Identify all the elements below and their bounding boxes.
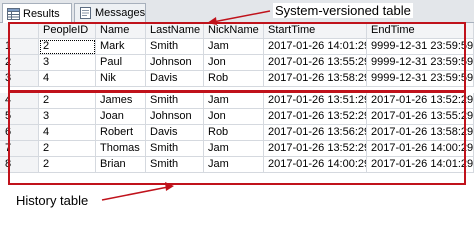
cell-name[interactable]: Brian — [96, 157, 146, 173]
cell-lastname[interactable]: Smith — [146, 93, 204, 109]
table-row[interactable]: 7 2 Thomas Smith Jam 2017-01-26 13:52:29… — [0, 141, 474, 157]
cell-endtime[interactable]: 2017-01-26 14:01:29 — [367, 157, 474, 173]
cell-peopleid[interactable]: 2 — [39, 141, 96, 157]
cell-nickname[interactable]: Jam — [204, 141, 264, 157]
corner-cell[interactable] — [0, 23, 39, 39]
row-number[interactable]: 2 — [0, 55, 39, 71]
table-row[interactable]: 4 2 James Smith Jam 2017-01-26 13:51:29 … — [0, 93, 474, 109]
column-header-nickname[interactable]: NickName — [204, 23, 264, 39]
cell-starttime[interactable]: 2017-01-26 13:52:29 — [264, 141, 367, 157]
row-number[interactable]: 1 — [0, 39, 39, 55]
cell-name[interactable]: Thomas — [96, 141, 146, 157]
cell-peopleid[interactable]: 4 — [39, 71, 96, 87]
row-gap — [0, 87, 474, 93]
cell-name[interactable]: Paul — [96, 55, 146, 71]
cell-starttime[interactable]: 2017-01-26 13:56:29 — [264, 125, 367, 141]
tab-results[interactable]: Results — [2, 3, 72, 23]
cell-endtime[interactable]: 2017-01-26 13:52:29 — [367, 93, 474, 109]
messages-icon — [79, 7, 92, 19]
cell-starttime[interactable]: 2017-01-26 13:58:29 — [264, 71, 367, 87]
table-row[interactable]: 1 2 Mark Smith Jam 2017-01-26 14:01:29 9… — [0, 39, 474, 55]
cell-starttime[interactable]: 2017-01-26 14:00:29 — [264, 157, 367, 173]
cell-endtime[interactable]: 2017-01-26 14:00:29 — [367, 141, 474, 157]
cell-nickname[interactable]: Jam — [204, 39, 264, 55]
cell-starttime[interactable]: 2017-01-26 13:51:29 — [264, 93, 367, 109]
cell-endtime[interactable]: 9999-12-31 23:59:59 — [367, 39, 474, 55]
tab-messages-label: Messages — [95, 7, 146, 19]
cell-peopleid[interactable]: 3 — [39, 55, 96, 71]
row-number[interactable]: 5 — [0, 109, 39, 125]
cell-starttime[interactable]: 2017-01-26 13:52:29 — [264, 109, 367, 125]
cell-starttime[interactable]: 2017-01-26 14:01:29 — [264, 39, 367, 55]
table-row[interactable]: 3 4 Nik Davis Rob 2017-01-26 13:58:29 99… — [0, 71, 474, 87]
table-row[interactable]: 2 3 Paul Johnson Jon 2017-01-26 13:55:29… — [0, 55, 474, 71]
cell-endtime[interactable]: 9999-12-31 23:59:59 — [367, 71, 474, 87]
column-header-endtime[interactable]: EndTime — [367, 23, 474, 39]
cell-name[interactable]: Robert — [96, 125, 146, 141]
cell-name[interactable]: Joan — [96, 109, 146, 125]
grid-header-row: PeopleID Name LastName NickName StartTim… — [0, 23, 474, 39]
cell-peopleid[interactable]: 2 — [39, 93, 96, 109]
cell-name[interactable]: Mark — [96, 39, 146, 55]
column-header-lastname[interactable]: LastName — [146, 23, 204, 39]
cell-starttime[interactable]: 2017-01-26 13:55:29 — [264, 55, 367, 71]
cell-lastname[interactable]: Davis — [146, 125, 204, 141]
column-header-peopleid[interactable]: PeopleID — [39, 23, 96, 39]
cell-nickname[interactable]: Jam — [204, 93, 264, 109]
tab-messages[interactable]: Messages — [74, 3, 146, 22]
cell-endtime[interactable]: 9999-12-31 23:59:59 — [367, 55, 474, 71]
annotation-system-versioned: System-versioned table — [273, 3, 413, 18]
row-number[interactable]: 4 — [0, 93, 39, 109]
row-number[interactable]: 3 — [0, 71, 39, 87]
cell-nickname[interactable]: Jam — [204, 157, 264, 173]
row-number[interactable]: 6 — [0, 125, 39, 141]
cell-peopleid[interactable]: 2 — [39, 157, 96, 173]
table-row[interactable]: 8 2 Brian Smith Jam 2017-01-26 14:00:29 … — [0, 157, 474, 173]
cell-lastname[interactable]: Davis — [146, 71, 204, 87]
results-grid-icon — [7, 7, 20, 20]
cell-endtime[interactable]: 2017-01-26 13:58:29 — [367, 125, 474, 141]
cell-lastname[interactable]: Smith — [146, 157, 204, 173]
column-header-starttime[interactable]: StartTime — [264, 23, 367, 39]
table-row[interactable]: 6 4 Robert Davis Rob 2017-01-26 13:56:29… — [0, 125, 474, 141]
cell-name[interactable]: Nik — [96, 71, 146, 87]
cell-peopleid[interactable]: 2 — [39, 39, 96, 55]
row-number[interactable]: 7 — [0, 141, 39, 157]
cell-name[interactable]: James — [96, 93, 146, 109]
cell-endtime[interactable]: 2017-01-26 13:55:29 — [367, 109, 474, 125]
cell-nickname[interactable]: Rob — [204, 71, 264, 87]
annotation-history-table: History table — [16, 193, 89, 208]
table-row[interactable]: 5 3 Joan Johnson Jon 2017-01-26 13:52:29… — [0, 109, 474, 125]
tab-results-label: Results — [23, 7, 60, 20]
cell-lastname[interactable]: Johnson — [146, 109, 204, 125]
cell-nickname[interactable]: Jon — [204, 109, 264, 125]
cell-lastname[interactable]: Smith — [146, 141, 204, 157]
cell-nickname[interactable]: Rob — [204, 125, 264, 141]
cell-peopleid[interactable]: 4 — [39, 125, 96, 141]
row-number[interactable]: 8 — [0, 157, 39, 173]
column-header-name[interactable]: Name — [96, 23, 146, 39]
cell-nickname[interactable]: Jon — [204, 55, 264, 71]
cell-lastname[interactable]: Johnson — [146, 55, 204, 71]
cell-peopleid[interactable]: 3 — [39, 109, 96, 125]
cell-lastname[interactable]: Smith — [146, 39, 204, 55]
